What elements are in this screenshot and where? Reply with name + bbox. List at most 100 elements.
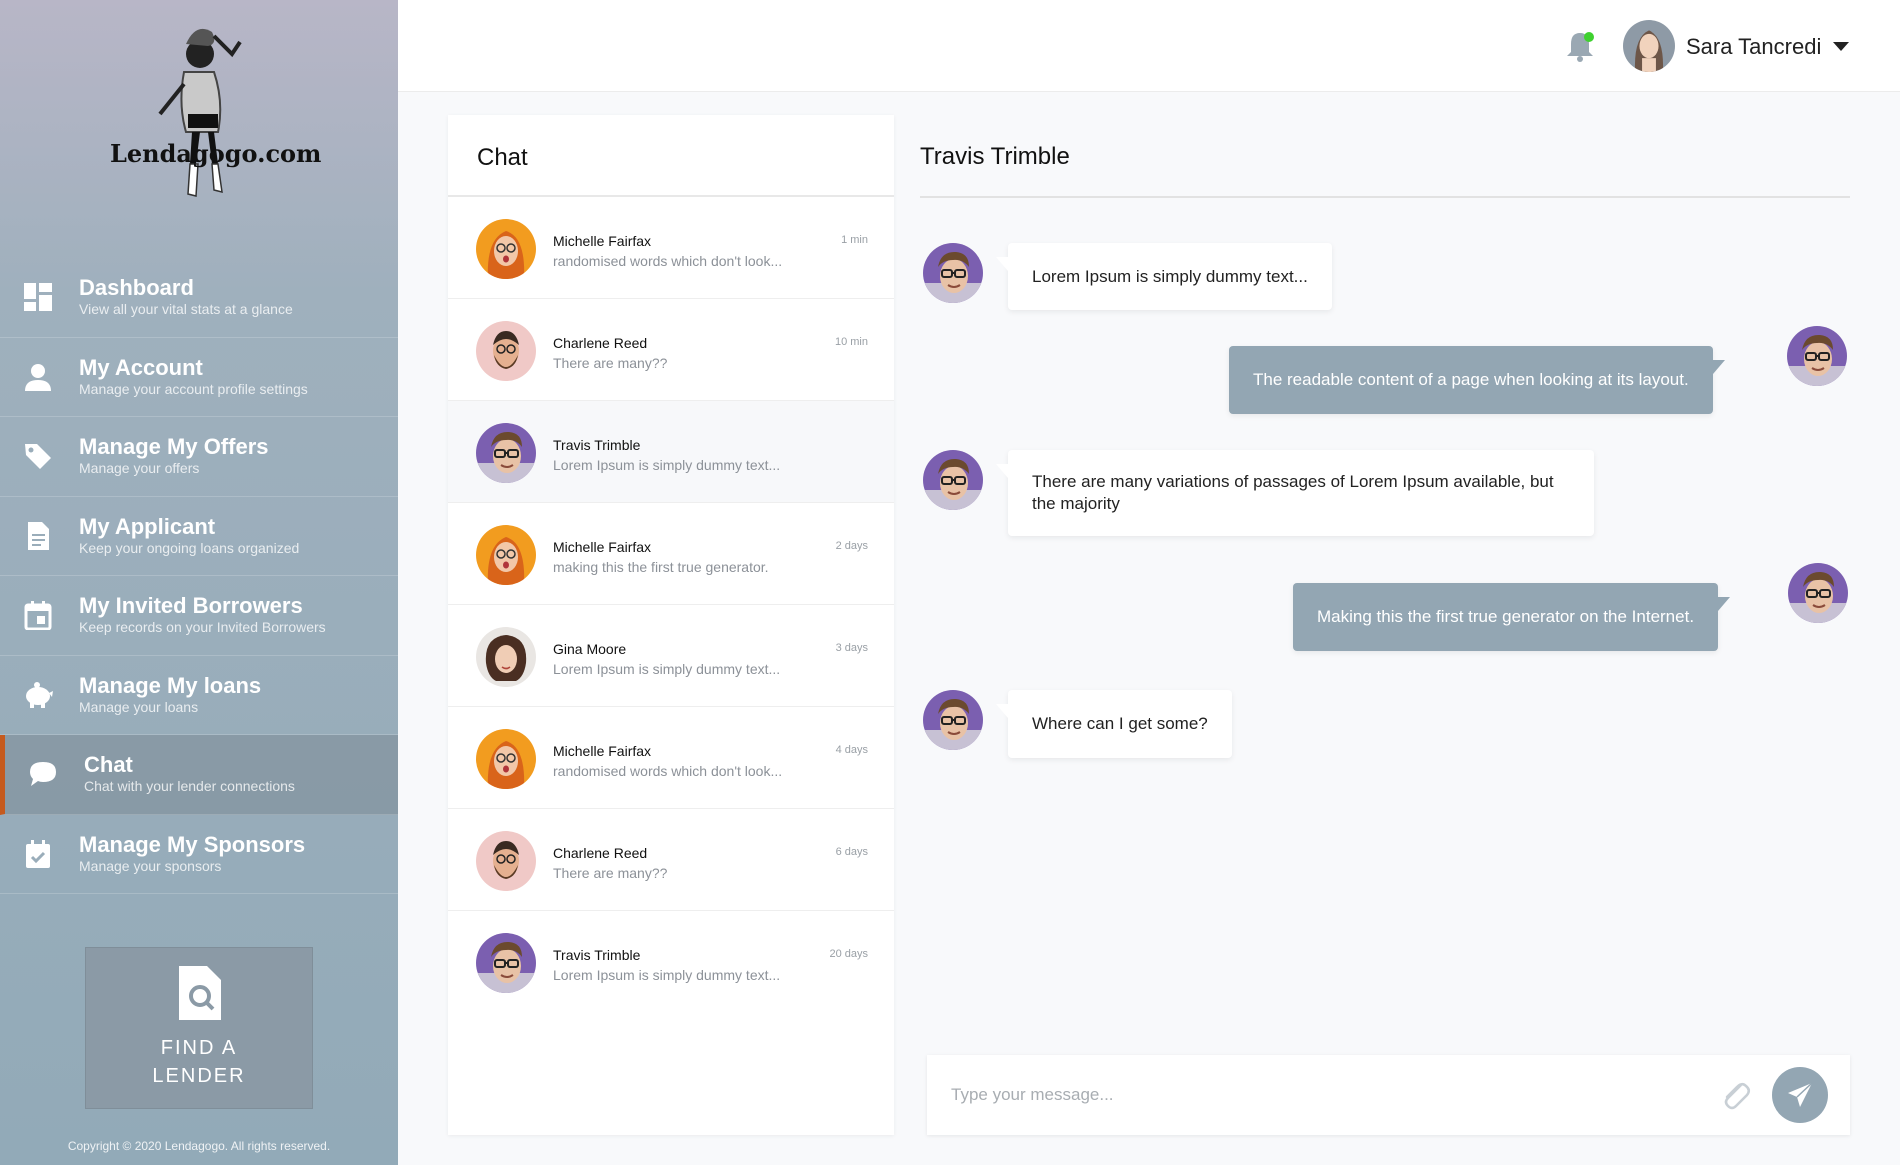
- avatar: [476, 627, 536, 687]
- sidebar-item-subtitle: View all your vital stats at a glance: [79, 301, 293, 318]
- sidebar-item-invited-borrowers[interactable]: My Invited Borrowers Keep records on you…: [0, 576, 398, 656]
- avatar: [476, 831, 536, 891]
- avatar: [476, 423, 536, 483]
- conversation-time: 1 min: [841, 234, 868, 246]
- logo-figure-icon: [158, 28, 242, 197]
- conversation-name: Charlene Reed: [553, 335, 648, 351]
- message-composer: [927, 1055, 1850, 1135]
- dashboard-icon: [22, 281, 54, 313]
- conversation-preview: Lorem Ipsum is simply dummy text...: [553, 661, 781, 677]
- conversation-time: 6 days: [835, 846, 868, 858]
- sidebar-item-title: Manage My loans: [79, 672, 262, 698]
- conversation-time: 4 days: [835, 744, 868, 756]
- document-icon: [22, 520, 54, 552]
- avatar: [1787, 326, 1847, 386]
- conversation-preview: making this the first true generator.: [553, 559, 769, 575]
- logo-text: Lendagogo.com: [110, 139, 322, 168]
- conversation-title: Travis Trimble: [920, 143, 1070, 170]
- find-lender-button[interactable]: FIND A LENDER: [85, 947, 313, 1109]
- conversation-item[interactable]: Gina Moore Lorem Ipsum is simply dummy t…: [448, 605, 894, 707]
- conversation-preview: Lorem Ipsum is simply dummy text...: [553, 457, 781, 473]
- avatar: [1788, 563, 1848, 623]
- conversation-preview: randomised words which don't look...: [553, 253, 783, 269]
- chat-icon: [27, 758, 59, 790]
- message-bubble-incoming: There are many variations of passages of…: [996, 450, 1594, 536]
- calendar-icon: [22, 599, 54, 631]
- conversation-item[interactable]: Michelle Fairfax making this the first t…: [448, 503, 894, 605]
- sidebar-item-title: Manage My Offers: [79, 434, 269, 460]
- conversation-name: Travis Trimble: [553, 947, 641, 963]
- avatar: [476, 525, 536, 585]
- sidebar-item-manage-offers[interactable]: Manage My Offers Manage your offers: [0, 417, 398, 497]
- avatar: [476, 933, 536, 993]
- sidebar-item-my-applicant[interactable]: My Applicant Keep your ongoing loans org…: [0, 497, 398, 576]
- message-bubble-incoming: Where can I get some?: [996, 690, 1232, 758]
- conversation-time: 10 min: [834, 336, 868, 348]
- avatar: [923, 690, 983, 750]
- conversation-item[interactable]: Travis Trimble Lorem Ipsum is simply dum…: [448, 401, 894, 503]
- conversation-name: Michelle Fairfax: [553, 539, 652, 555]
- sidebar-item-dashboard[interactable]: Dashboard View all your vital stats at a…: [0, 258, 398, 338]
- conversation-name: Michelle Fairfax: [553, 233, 652, 249]
- conversation-item[interactable]: Charlene Reed There are many?? 6 days: [448, 809, 894, 911]
- find-lender-label: FIND A LENDER: [152, 1037, 246, 1087]
- conversation-name: Gina Moore: [553, 641, 627, 657]
- conversation-preview: Lorem Ipsum is simply dummy text...: [553, 967, 781, 983]
- sidebar-item-subtitle: Manage your sponsors: [79, 857, 222, 874]
- sidebar-item-chat[interactable]: Chat Chat with your lender connections: [0, 735, 398, 815]
- sidebar: Lendagogo.com Dashboard View all your vi…: [0, 0, 398, 1165]
- divider: [920, 196, 1850, 198]
- chat-list-panel: Chat Michelle Fairfax randomised words w…: [448, 115, 894, 1135]
- sidebar-item-subtitle: Keep records on your Invited Borrowers: [79, 619, 326, 636]
- copyright: Copyright © 2020 Lendagogo. All rights r…: [67, 1139, 331, 1153]
- piggy-bank-icon: [22, 679, 54, 711]
- avatar: [476, 729, 536, 789]
- sidebar-item-title: Dashboard: [79, 275, 194, 301]
- send-icon: [1788, 1082, 1813, 1107]
- conversation-name: Michelle Fairfax: [553, 743, 652, 759]
- chat-list-title: Chat: [477, 144, 528, 171]
- tag-icon: [22, 440, 54, 472]
- conversation-preview: There are many??: [553, 865, 668, 881]
- avatar: [476, 321, 536, 381]
- conversation-item[interactable]: Charlene Reed There are many?? 10 min: [448, 299, 894, 401]
- sidebar-item-manage-loans[interactable]: Manage My loans Manage your loans: [0, 656, 398, 735]
- logo[interactable]: Lendagogo.com: [100, 14, 321, 239]
- sidebar-item-subtitle: Manage your account profile settings: [79, 380, 308, 397]
- sidebar-item-my-account[interactable]: My Account Manage your account profile s…: [0, 338, 398, 417]
- conversation-time: 2 days: [835, 540, 868, 552]
- avatar: [923, 450, 983, 510]
- message-bubble-outgoing: Making this the first true generator on …: [1293, 583, 1731, 651]
- sidebar-item-subtitle: Manage your offers: [79, 460, 200, 477]
- chevron-down-icon[interactable]: [1833, 42, 1849, 51]
- avatar: [923, 243, 983, 303]
- user-icon: [22, 361, 54, 393]
- top-header: Sara Tancredi: [398, 0, 1900, 92]
- sidebar-item-title: My Account: [79, 354, 203, 380]
- conversation-item[interactable]: Travis Trimble Lorem Ipsum is simply dum…: [448, 911, 894, 1013]
- sidebar-item-title: My Invited Borrowers: [79, 593, 303, 619]
- message-input[interactable]: [951, 1079, 1731, 1111]
- sidebar-item-title: Chat: [84, 752, 133, 778]
- user-avatar[interactable]: [1623, 20, 1675, 72]
- send-button[interactable]: [1772, 1067, 1828, 1123]
- conversation-time: 3 days: [835, 642, 868, 654]
- conversation-item[interactable]: Michelle Fairfax randomised words which …: [448, 197, 894, 299]
- message-bubble-incoming: Lorem Ipsum is simply dummy text...: [996, 243, 1332, 310]
- conversation-time: 20 days: [829, 948, 868, 960]
- calendar-check-icon: [22, 838, 54, 870]
- sidebar-nav: Dashboard View all your vital stats at a…: [0, 258, 398, 894]
- message-bubble-outgoing: The readable content of a page when look…: [1229, 346, 1725, 414]
- conversation-item[interactable]: Michelle Fairfax randomised words which …: [448, 707, 894, 809]
- avatar: [476, 219, 536, 279]
- paperclip-icon[interactable]: [1717, 1077, 1753, 1113]
- sidebar-item-manage-sponsors[interactable]: Manage My Sponsors Manage your sponsors: [0, 815, 398, 894]
- sidebar-item-title: My Applicant: [79, 513, 216, 539]
- conversation-name: Charlene Reed: [553, 845, 648, 861]
- sidebar-item-subtitle: Keep your ongoing loans organized: [79, 539, 300, 556]
- sidebar-item-subtitle: Manage your loans: [79, 698, 199, 715]
- user-name[interactable]: Sara Tancredi: [1686, 34, 1821, 60]
- conversation-preview: There are many??: [553, 355, 668, 371]
- sidebar-item-title: Manage My Sponsors: [79, 831, 306, 857]
- notification-status-dot: [1584, 32, 1594, 42]
